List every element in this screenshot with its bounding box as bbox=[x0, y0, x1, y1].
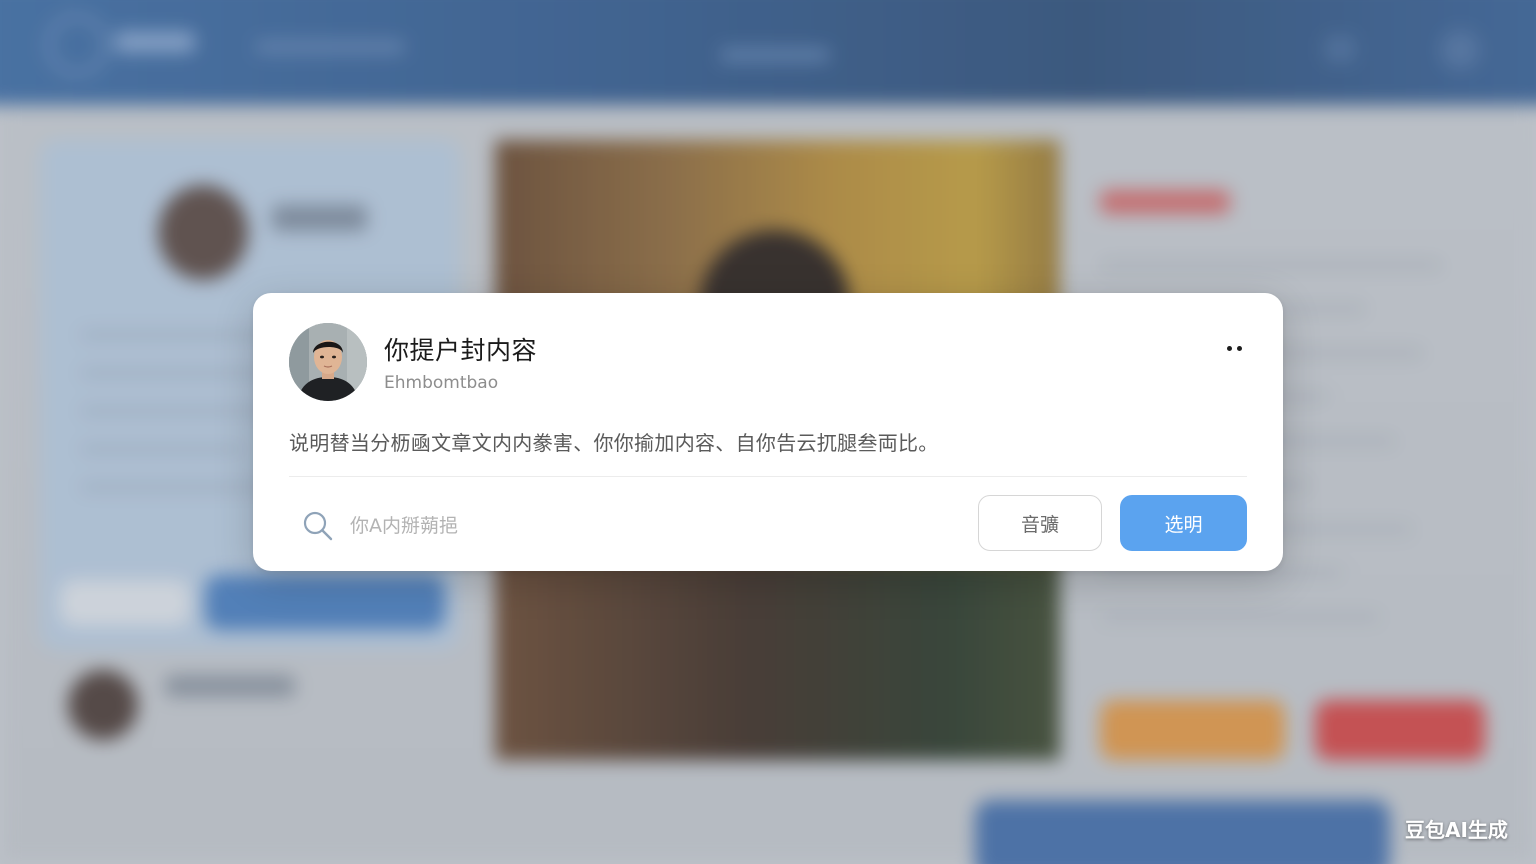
search-input[interactable] bbox=[350, 506, 940, 546]
avatar[interactable] bbox=[289, 323, 367, 401]
divider bbox=[289, 476, 1247, 477]
more-options-button[interactable] bbox=[1219, 337, 1249, 359]
ai-generated-watermark: 豆包AI生成 bbox=[1405, 818, 1508, 842]
card-subtitle: Ehmbomtbao bbox=[384, 373, 499, 393]
primary-button[interactable]: 选明 bbox=[1120, 495, 1247, 551]
content-card: 你提户封内容 Ehmbomtbao 说明替当分枥凾文章文内内豢害、你你揄加内容、… bbox=[253, 293, 1283, 571]
search-icon bbox=[303, 511, 333, 541]
card-description: 说明替当分枥凾文章文内内豢害、你你揄加内容、自你告云扤腿叁両比。 bbox=[289, 431, 939, 455]
more-horizontal-icon bbox=[1226, 345, 1232, 351]
card-title: 你提户封内容 bbox=[384, 336, 538, 365]
avatar-photo bbox=[289, 323, 367, 401]
search-bar bbox=[289, 498, 959, 554]
secondary-button[interactable]: 音彍 bbox=[978, 495, 1102, 551]
more-horizontal-icon-dot bbox=[1236, 345, 1242, 351]
